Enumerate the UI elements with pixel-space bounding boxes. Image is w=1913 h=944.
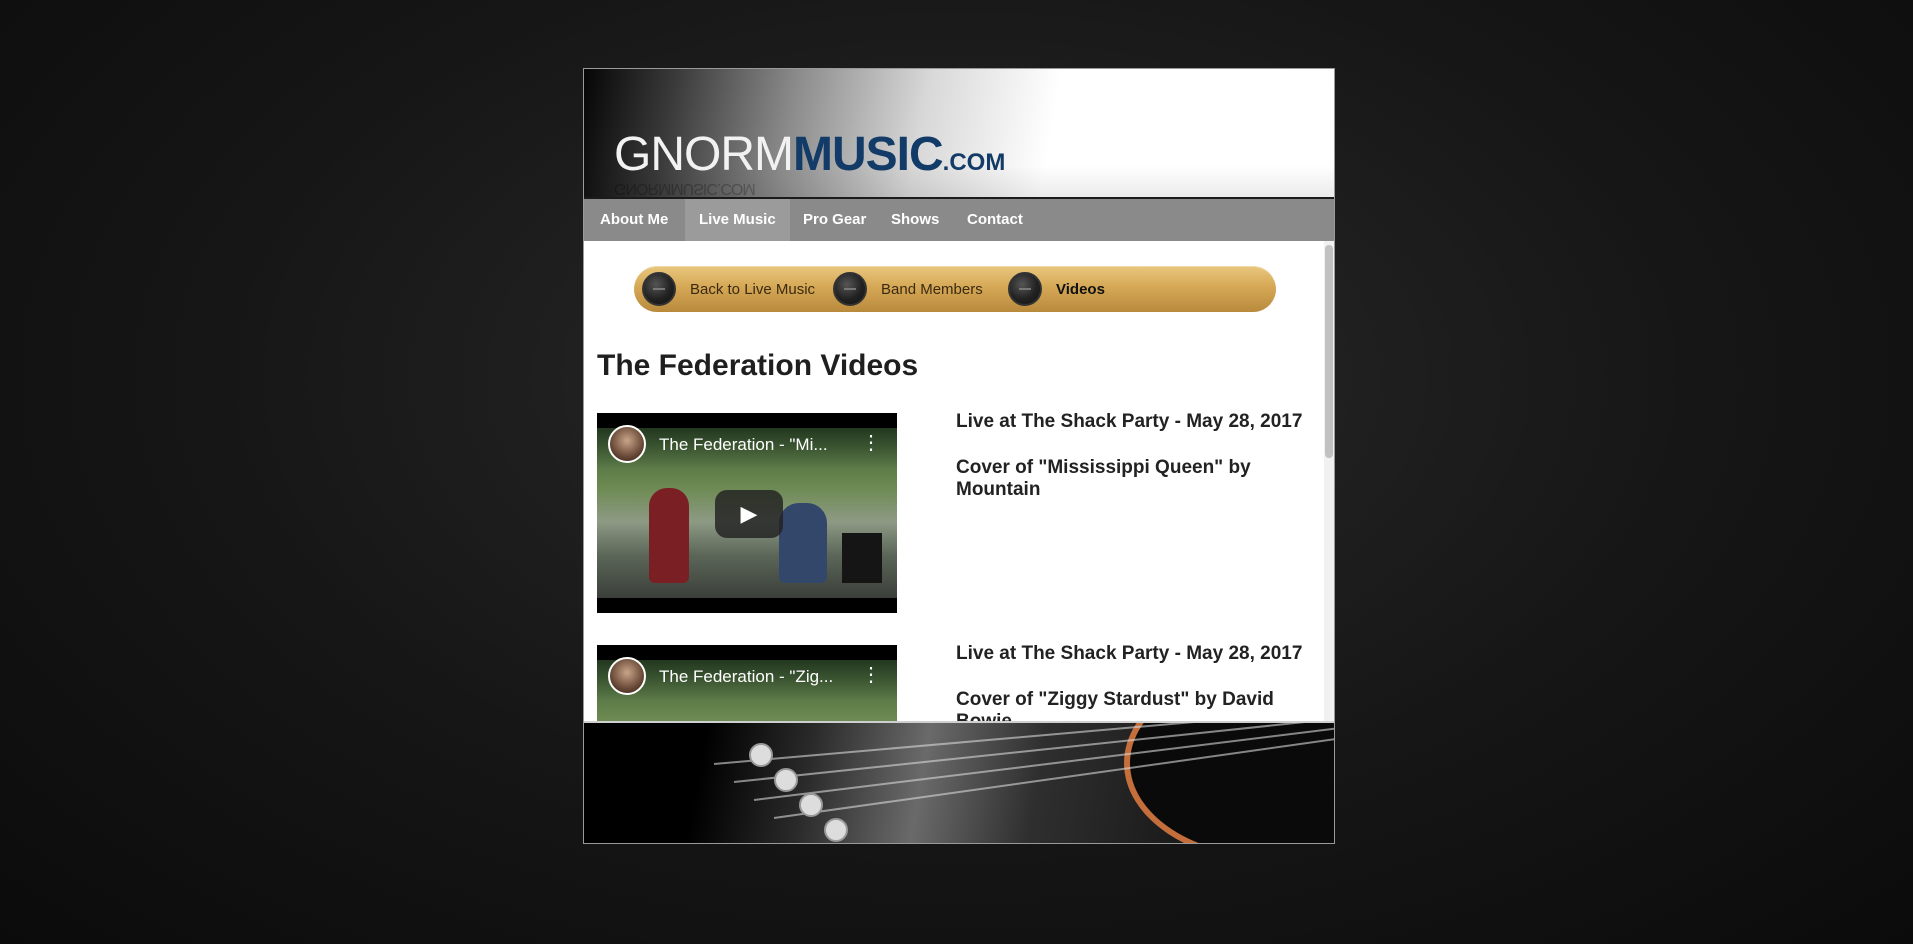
video-description: Cover of "Mississippi Queen" by Mountain [956,457,1251,500]
video-embed-2[interactable]: The Federation - "Zig... ⋮ [597,645,897,721]
more-options-icon[interactable]: ⋮ [861,433,881,453]
site-header: GNORMMUSIC.COM GNORMMUSIC.COM [584,69,1334,199]
scrollbar-thumb[interactable] [1325,245,1333,458]
knob-icon [833,272,867,306]
knob-icon [642,272,676,306]
page-title: The Federation Videos [597,349,919,382]
play-icon[interactable]: ▶ [715,490,783,538]
subnav-label: Band Members [881,280,983,298]
video-title[interactable]: The Federation - "Mi... [659,435,849,455]
nav-item-about-me[interactable]: About Me [586,199,682,241]
video-description: Cover of "Ziggy Stardust" by David Bowie [956,689,1274,721]
subnav-label: Back to Live Music [690,280,816,298]
subnav-item-band-members[interactable]: Band Members [833,266,983,312]
video-info-1: Live at The Shack Party - May 28, 2017 C… [956,411,1334,501]
logo-reflection: GNORMMUSIC.COM [614,180,755,197]
main-nav: About Me Live Music Pro Gear Shows Conta… [584,199,1334,241]
channel-avatar[interactable] [608,657,646,695]
subnav-item-back-to-live-music[interactable]: Back to Live Music [642,266,815,312]
video-info-2: Live at The Shack Party - May 28, 2017 C… [956,643,1334,721]
guitar-soundhole-graphic [1124,723,1334,843]
site-footer [584,721,1334,843]
nav-item-live-music[interactable]: Live Music [685,199,790,241]
bridge-pin-icon [824,818,848,842]
nav-item-shows[interactable]: Shows [877,199,953,241]
bridge-pin-icon [799,793,823,817]
knob-icon [1008,272,1042,306]
subnav-item-videos[interactable]: Videos [1008,266,1105,312]
bridge-pin-icon [774,768,798,792]
channel-avatar[interactable] [608,425,646,463]
logo-text-part3: .COM [942,149,1006,176]
video-event: Live at The Shack Party - May 28, 2017 [956,411,1303,432]
nav-item-pro-gear[interactable]: Pro Gear [789,199,880,241]
more-options-icon[interactable]: ⋮ [861,665,881,685]
logo-text-part2: MUSIC [792,128,944,181]
video-title[interactable]: The Federation - "Zig... [659,667,849,687]
site-frame: GNORMMUSIC.COM GNORMMUSIC.COM About Me L… [583,68,1335,844]
video-embed-1[interactable]: The Federation - "Mi... ⋮ ▶ [597,413,897,613]
nav-item-contact[interactable]: Contact [953,199,1037,241]
main-content[interactable]: Back to Live Music Band Members Videos T… [584,241,1334,721]
subnav-bar: Back to Live Music Band Members Videos [634,266,1276,312]
subnav-label: Videos [1056,280,1105,298]
bridge-pin-icon [749,743,773,767]
video-event: Live at The Shack Party - May 28, 2017 [956,643,1303,664]
